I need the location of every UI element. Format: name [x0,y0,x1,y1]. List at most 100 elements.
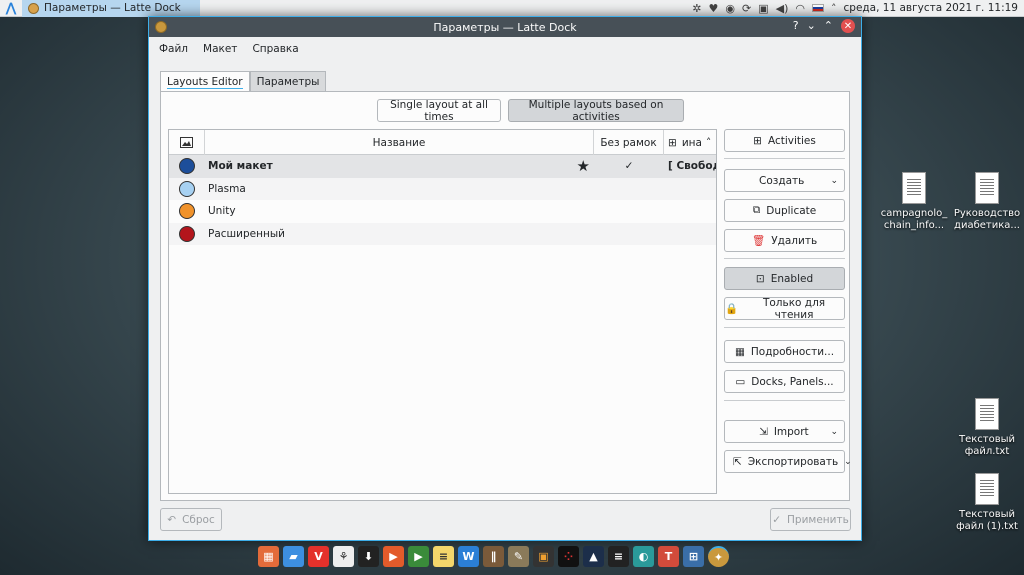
docks-panels-button[interactable]: ▭ Docks, Panels... [724,370,845,393]
copy-icon: ⧉ [752,204,761,216]
link-icon: ⊡ [755,272,765,285]
menu-bar: Файл Макет Справка [149,37,861,61]
update-tray-icon[interactable]: ◉ [725,2,735,15]
keyboard-layout-flag-icon[interactable] [812,4,824,12]
top-panel: ⋀ Параметры — Latte Dock ✲ ♥ ◉ ⟳ ▣ ◀) ◠ … [0,0,1024,17]
taskbar-item[interactable]: Параметры — Latte Dock [22,0,200,17]
desktop-icon-text-file[interactable]: Текстовый файл.txt [950,398,1024,458]
borderless-check[interactable]: ✓ [594,155,664,178]
tab-bar: Layouts Editor Параметры [160,71,327,92]
inkscape-app-icon[interactable]: ⚘ [333,546,354,567]
chevron-up-icon[interactable]: ˄ [831,2,837,15]
document-icon [902,172,926,204]
player-app-icon[interactable]: ▶ [408,546,429,567]
menu-help[interactable]: Справка [252,43,298,55]
clock[interactable]: среда, 11 августа 2021 г. 11:19 [844,2,1019,14]
maximize-icon[interactable]: ⌃ [824,19,833,33]
star-icon: ★ [576,157,590,176]
menu-layout[interactable]: Макет [203,43,237,55]
lock-icon: 🔒 [725,303,739,315]
name-column-header[interactable]: Название [205,130,594,155]
help-icon[interactable]: ? [793,19,799,33]
monitor-app-icon[interactable]: ▲ [583,546,604,567]
settings-tray-icon[interactable]: ✲ [692,2,701,15]
single-layout-button[interactable]: Single layout at all times [377,99,501,123]
app-launcher-icon[interactable]: ⋀ [0,0,22,17]
terminal-app-icon[interactable]: ≡ [608,546,629,567]
activities-icon: ⊞ [753,134,762,147]
export-button[interactable]: ⇱ Экспортировать ⌄ [724,450,852,473]
vivaldi-app-icon[interactable]: V [308,546,329,567]
library-app-icon[interactable]: ∥ [483,546,504,567]
enabled-button[interactable]: ⊡ Enabled [724,267,845,290]
details-button[interactable]: ▦ Подробности... [724,340,845,363]
chevron-down-icon: ⌄ [844,456,852,467]
import-button[interactable]: ⇲ Import ⌄ [724,420,845,443]
layout-color-icon[interactable] [179,158,195,175]
menu-file[interactable]: Файл [159,43,188,55]
check-icon: ✓ [772,513,782,526]
layout-color-icon[interactable] [179,225,195,242]
window-titlebar[interactable]: Параметры — Latte Dock ? ⌄ ⌃ ✕ [149,17,861,37]
details-icon: ▦ [734,345,745,358]
latex-app-icon[interactable]: T [658,546,679,567]
image-column-icon[interactable] [169,130,205,155]
reset-button[interactable]: ↶ Сброс [160,508,222,531]
window-title: Параметры — Latte Dock [433,20,577,34]
heart-tray-icon[interactable]: ♥ [709,2,719,15]
multiple-layouts-button[interactable]: Multiple layouts based on activities [508,99,684,123]
table-row[interactable]: Расширенный [169,222,716,245]
latte-app-icon[interactable]: ✦ [708,546,729,567]
activity-cell[interactable]: [ Свободно [664,155,716,178]
screenshot-app-icon[interactable]: ▣ [533,546,554,567]
layout-color-icon[interactable] [179,180,195,197]
table-row[interactable]: Unity [169,200,716,223]
desktop-icon-text-file-1[interactable]: Текстовый файл (1).txt [950,473,1024,533]
settings-window: Параметры — Latte Dock ? ⌄ ⌃ ✕ Файл Маке… [148,16,862,541]
layouts-table: Название Без рамок ⊞ ина ˄ Мой макет ★ ✓ … [168,129,717,494]
activities-column-header[interactable]: ⊞ ина ˄ [664,130,716,155]
chevron-down-icon: ⌄ [830,426,838,437]
gimp-app-icon[interactable]: ✎ [508,546,529,567]
layout-color-icon[interactable] [179,203,195,220]
files-app-icon[interactable]: ▰ [283,546,304,567]
remove-button[interactable]: 🗑 Удалить [724,229,845,252]
dots-app-icon[interactable]: ⁘ [558,546,579,567]
table-header: Название Без рамок ⊞ ина ˄ [169,130,716,155]
table-row[interactable]: Plasma [169,177,716,200]
calculator-app-icon[interactable]: ▦ [258,546,279,567]
tab-settings[interactable]: Параметры [249,71,327,91]
import-icon: ⇲ [759,425,768,438]
clipboard-tray-icon[interactable]: ▣ [758,2,768,15]
latte-dock-icon [28,2,39,14]
sync-tray-icon[interactable]: ⟳ [742,2,751,15]
create-button[interactable]: Создать ⌄ [724,169,845,192]
tab-layouts-editor[interactable]: Layouts Editor [160,71,250,92]
window-app-icon[interactable]: ⊞ [683,546,704,567]
chevron-down-icon: ⌄ [830,175,838,186]
writer-app-icon[interactable]: W [458,546,479,567]
volume-tray-icon[interactable]: ◀) [776,2,789,15]
table-row[interactable]: Мой макет★ ✓ [ Свободно [169,155,716,178]
latte-dock-icon [155,21,167,33]
desktop-icon-guide[interactable]: Руководство диабетика... [950,172,1024,232]
minimize-icon[interactable]: ⌄ [807,19,816,33]
taskbar-item-label: Параметры — Latte Dock [44,2,181,14]
readonly-button[interactable]: 🔒 Только для чтения [724,297,845,321]
wifi-tray-icon[interactable]: ◠ [795,2,805,15]
export-icon: ⇱ [733,455,742,468]
close-icon[interactable]: ✕ [841,19,855,33]
system-tray: ✲ ♥ ◉ ⟳ ▣ ◀) ◠ ˄ среда, 11 августа 2021 … [692,2,1024,15]
sync-app-icon[interactable]: ◐ [633,546,654,567]
activities-button[interactable]: ⊞ Activities [724,129,845,152]
duplicate-button[interactable]: ⧉ Duplicate [724,199,845,222]
undo-icon: ↶ [167,513,177,526]
borderless-column-header[interactable]: Без рамок [594,130,664,155]
activities-icon: ⊞ [668,136,677,149]
notes-app-icon[interactable]: ≡ [433,546,454,567]
layouts-editor-panel: Single layout at all times Multiple layo… [160,91,852,501]
video-app-icon[interactable]: ▶ [383,546,404,567]
desktop-icon-campagnolo[interactable]: campagnolo_ chain_info... [877,172,951,232]
apply-button[interactable]: ✓ Применить [770,508,851,531]
download-app-icon[interactable]: ⬇ [358,546,379,567]
